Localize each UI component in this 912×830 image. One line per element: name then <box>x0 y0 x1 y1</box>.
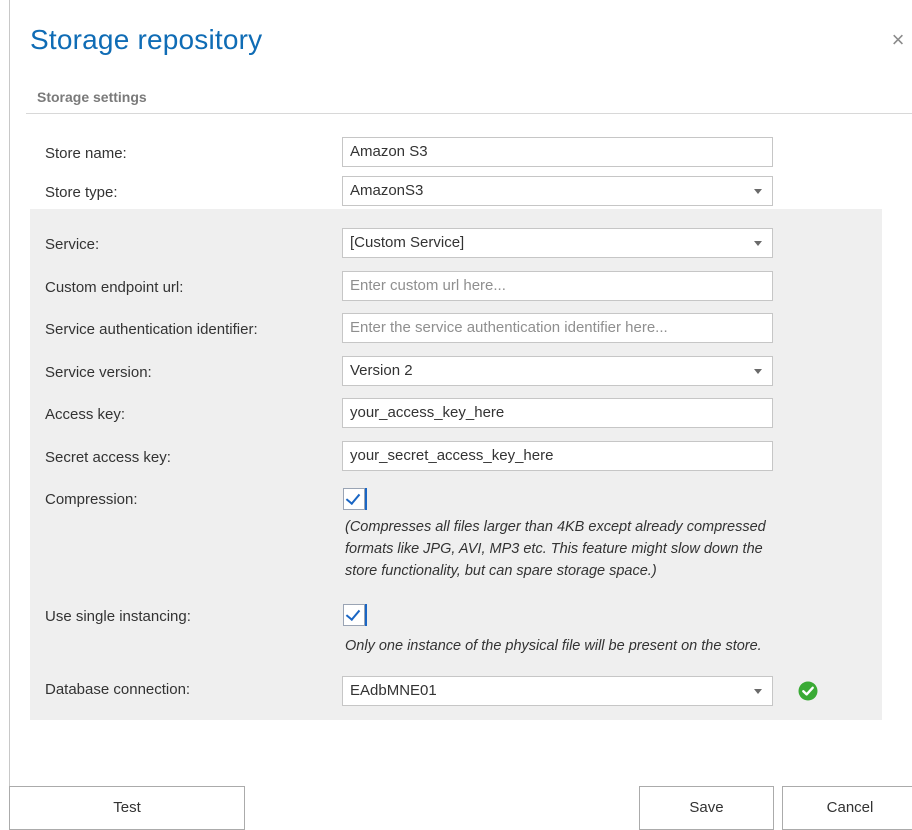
compression-hint-line-2: formats like JPG, AVI, MP3 etc. This fea… <box>345 541 763 557</box>
compression-hint-line-1: (Compresses all files larger than 4KB ex… <box>345 519 766 535</box>
access-key-label: Access key: <box>45 406 126 423</box>
compression-label: Compression: <box>45 491 138 508</box>
access-key-input[interactable]: your_access_key_here <box>342 398 773 428</box>
database-connection-select[interactable]: EAdbMNE01 <box>342 676 773 706</box>
store-name-label: Store name: <box>45 145 127 162</box>
compression-checkbox[interactable] <box>343 488 365 510</box>
compression-checkbox-focus <box>365 488 367 510</box>
service-version-label: Service version: <box>45 364 152 381</box>
store-type-label: Store type: <box>45 184 118 201</box>
custom-endpoint-label: Custom endpoint url: <box>45 279 184 296</box>
single-instancing-checkbox-focus <box>365 604 367 626</box>
single-instancing-checkbox[interactable] <box>343 604 365 626</box>
single-instancing-label: Use single instancing: <box>45 608 191 625</box>
test-button[interactable]: Test <box>9 786 245 830</box>
section-title: Storage settings <box>37 89 147 105</box>
section-divider <box>26 113 912 114</box>
save-button[interactable]: Save <box>639 786 774 830</box>
service-select[interactable]: [Custom Service] <box>342 228 773 258</box>
store-type-select[interactable]: AmazonS3 <box>342 176 773 206</box>
service-auth-input[interactable]: Enter the service authentication identif… <box>342 313 773 343</box>
service-auth-label: Service authentication identifier: <box>45 321 258 338</box>
secret-access-key-input[interactable]: your_secret_access_key_here <box>342 441 773 471</box>
storage-repository-dialog: Storage repository × Storage settings St… <box>0 0 912 830</box>
single-instancing-hint: Only one instance of the physical file w… <box>345 638 762 654</box>
service-label: Service: <box>45 236 100 253</box>
secret-access-key-label: Secret access key: <box>45 449 171 466</box>
compression-hint-line-3: store functionality, but can spare stora… <box>345 563 657 579</box>
database-connection-label: Database connection: <box>45 681 191 698</box>
dialog-left-border <box>9 0 10 830</box>
dialog-title: Storage repository <box>30 24 263 55</box>
store-name-input[interactable]: Amazon S3 <box>342 137 773 167</box>
custom-endpoint-input[interactable]: Enter custom url here... <box>342 271 773 301</box>
service-version-select[interactable]: Version 2 <box>342 356 773 386</box>
close-icon[interactable]: × <box>888 29 908 51</box>
cancel-button[interactable]: Cancel <box>782 786 912 830</box>
check-circle-icon <box>798 681 818 701</box>
